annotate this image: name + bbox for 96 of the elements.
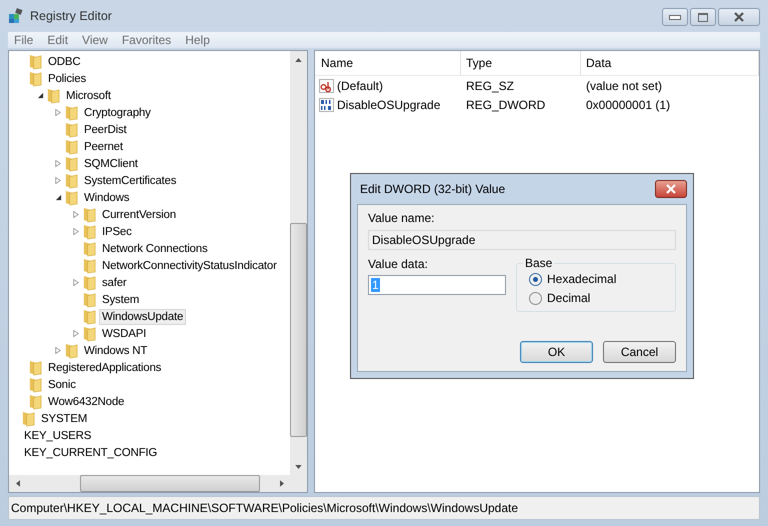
tree-item[interactable]: Policies [45, 70, 90, 86]
status-path: Computer\HKEY_LOCAL_MACHINE\SOFTWARE\Policies\Microsoft\Windows\WindowsUpdate [11, 501, 518, 515]
tree-item[interactable]: Cryptography [81, 104, 154, 120]
folder-icon [82, 223, 97, 240]
collapsed-arrow-icon[interactable] [73, 278, 79, 287]
value-type: REG_SZ [465, 78, 516, 92]
tree-item[interactable]: KEY_USERS [21, 428, 94, 444]
tree-item[interactable]: Network Connections [99, 240, 211, 256]
collapsed-arrow-icon[interactable] [55, 159, 61, 168]
value-data: 0x00000001 (1) [585, 98, 672, 112]
folder-icon [28, 359, 43, 376]
folder-icon [64, 138, 79, 155]
tree-item[interactable]: RegisteredApplications [45, 360, 164, 376]
tree-item[interactable]: IPSec [99, 224, 135, 240]
folder-icon [28, 393, 43, 410]
window-title: Registry Editor [30, 9, 113, 23]
up-arrow-icon [295, 58, 302, 62]
folder-icon [82, 240, 97, 257]
folder-icon [64, 172, 79, 189]
column-header[interactable]: Data [581, 51, 759, 75]
folder-icon [28, 70, 43, 87]
menu-item[interactable]: Edit [47, 33, 68, 47]
field-label: Value name: [368, 210, 436, 226]
expanded-arrow-icon[interactable] [54, 194, 62, 201]
tree-item[interactable]: NetworkConnectivityStatusIndicator [99, 258, 280, 274]
folder-icon [64, 155, 79, 172]
radio-button[interactable]: Hexadecimal [529, 272, 665, 286]
value-name: DisableOSUpgrade [337, 98, 440, 112]
close-icon [665, 184, 677, 194]
close-icon [733, 12, 745, 22]
menu-item[interactable]: File [14, 33, 34, 47]
column-header[interactable]: Type [461, 51, 581, 75]
folder-icon [28, 53, 43, 70]
tree-item[interactable]: Sonic [45, 376, 79, 392]
collapsed-arrow-icon[interactable] [55, 346, 61, 355]
field-label: Value data: [368, 256, 429, 272]
value-name-field[interactable]: DisableOSUpgrade [368, 230, 676, 250]
folder-icon [82, 206, 97, 223]
folder-icon [82, 308, 97, 325]
expanded-arrow-icon[interactable] [36, 92, 44, 99]
tree-item[interactable]: Peernet [81, 138, 126, 154]
menu-item[interactable]: Help [185, 33, 210, 47]
column-header[interactable]: Name [315, 51, 461, 75]
scroll-thumb[interactable] [290, 223, 307, 438]
tree-item[interactable]: WSDAPI [99, 326, 150, 342]
left-arrow-icon [16, 480, 20, 487]
dialog-title: Edit DWORD (32-bit) Value [360, 182, 506, 196]
tree-item[interactable]: SQMClient [81, 156, 141, 172]
tree-item[interactable]: KEY_CURRENT_CONFIG [21, 444, 160, 460]
folder-icon [82, 291, 97, 308]
registry-cubes-icon [8, 8, 24, 24]
folder-icon [64, 189, 79, 206]
binary-value-icon [319, 96, 335, 112]
collapsed-arrow-icon[interactable] [55, 108, 61, 117]
collapsed-arrow-icon[interactable] [73, 210, 79, 219]
tree-item[interactable]: ODBC [45, 54, 84, 70]
tree-item[interactable]: WindowsUpdate [99, 308, 186, 324]
folder-icon [82, 274, 97, 291]
right-arrow-icon [280, 480, 284, 487]
scroll-thumb[interactable] [80, 475, 260, 492]
folder-icon [64, 121, 79, 138]
value-type: REG_DWORD [465, 98, 546, 112]
tree-item[interactable]: PeerDist [81, 122, 130, 138]
group-label: Base [523, 256, 554, 270]
folder-icon [82, 257, 97, 274]
tree-item[interactable]: safer [99, 274, 130, 290]
folder-icon [82, 325, 97, 342]
folder-icon [64, 104, 79, 121]
minimize-button[interactable] [662, 8, 688, 26]
tree-item[interactable]: CurrentVersion [99, 206, 179, 222]
menu-item[interactable]: View [82, 33, 108, 47]
tree-item[interactable]: System [99, 292, 142, 308]
value-data: (value not set) [585, 78, 664, 92]
tree-item[interactable]: Wow6432Node [45, 394, 128, 410]
tree-item[interactable]: Microsoft [63, 88, 114, 104]
collapsed-arrow-icon[interactable] [73, 329, 79, 338]
folder-icon [46, 87, 61, 104]
maximize-button[interactable] [690, 8, 716, 26]
menu-item[interactable]: Favorites [122, 33, 172, 47]
folder-icon [21, 410, 36, 427]
dialog-button[interactable]: Cancel [603, 341, 676, 363]
string-value-icon [319, 78, 335, 94]
tree-item[interactable]: Windows NT [81, 342, 150, 358]
dialog-button[interactable]: OK [520, 341, 593, 363]
collapsed-arrow-icon[interactable] [73, 227, 79, 236]
radio-button[interactable]: Decimal [529, 291, 665, 305]
folder-icon [64, 342, 79, 359]
tree-item[interactable]: SystemCertificates [81, 172, 180, 188]
tree-item[interactable]: Windows [81, 190, 132, 206]
collapsed-arrow-icon[interactable] [55, 176, 61, 185]
down-arrow-icon [295, 464, 302, 468]
tree-item[interactable]: SYSTEM [38, 410, 90, 426]
value-name: (Default) [337, 78, 384, 92]
close-button[interactable] [655, 180, 687, 198]
folder-icon [28, 376, 43, 393]
close-button[interactable] [718, 8, 760, 26]
